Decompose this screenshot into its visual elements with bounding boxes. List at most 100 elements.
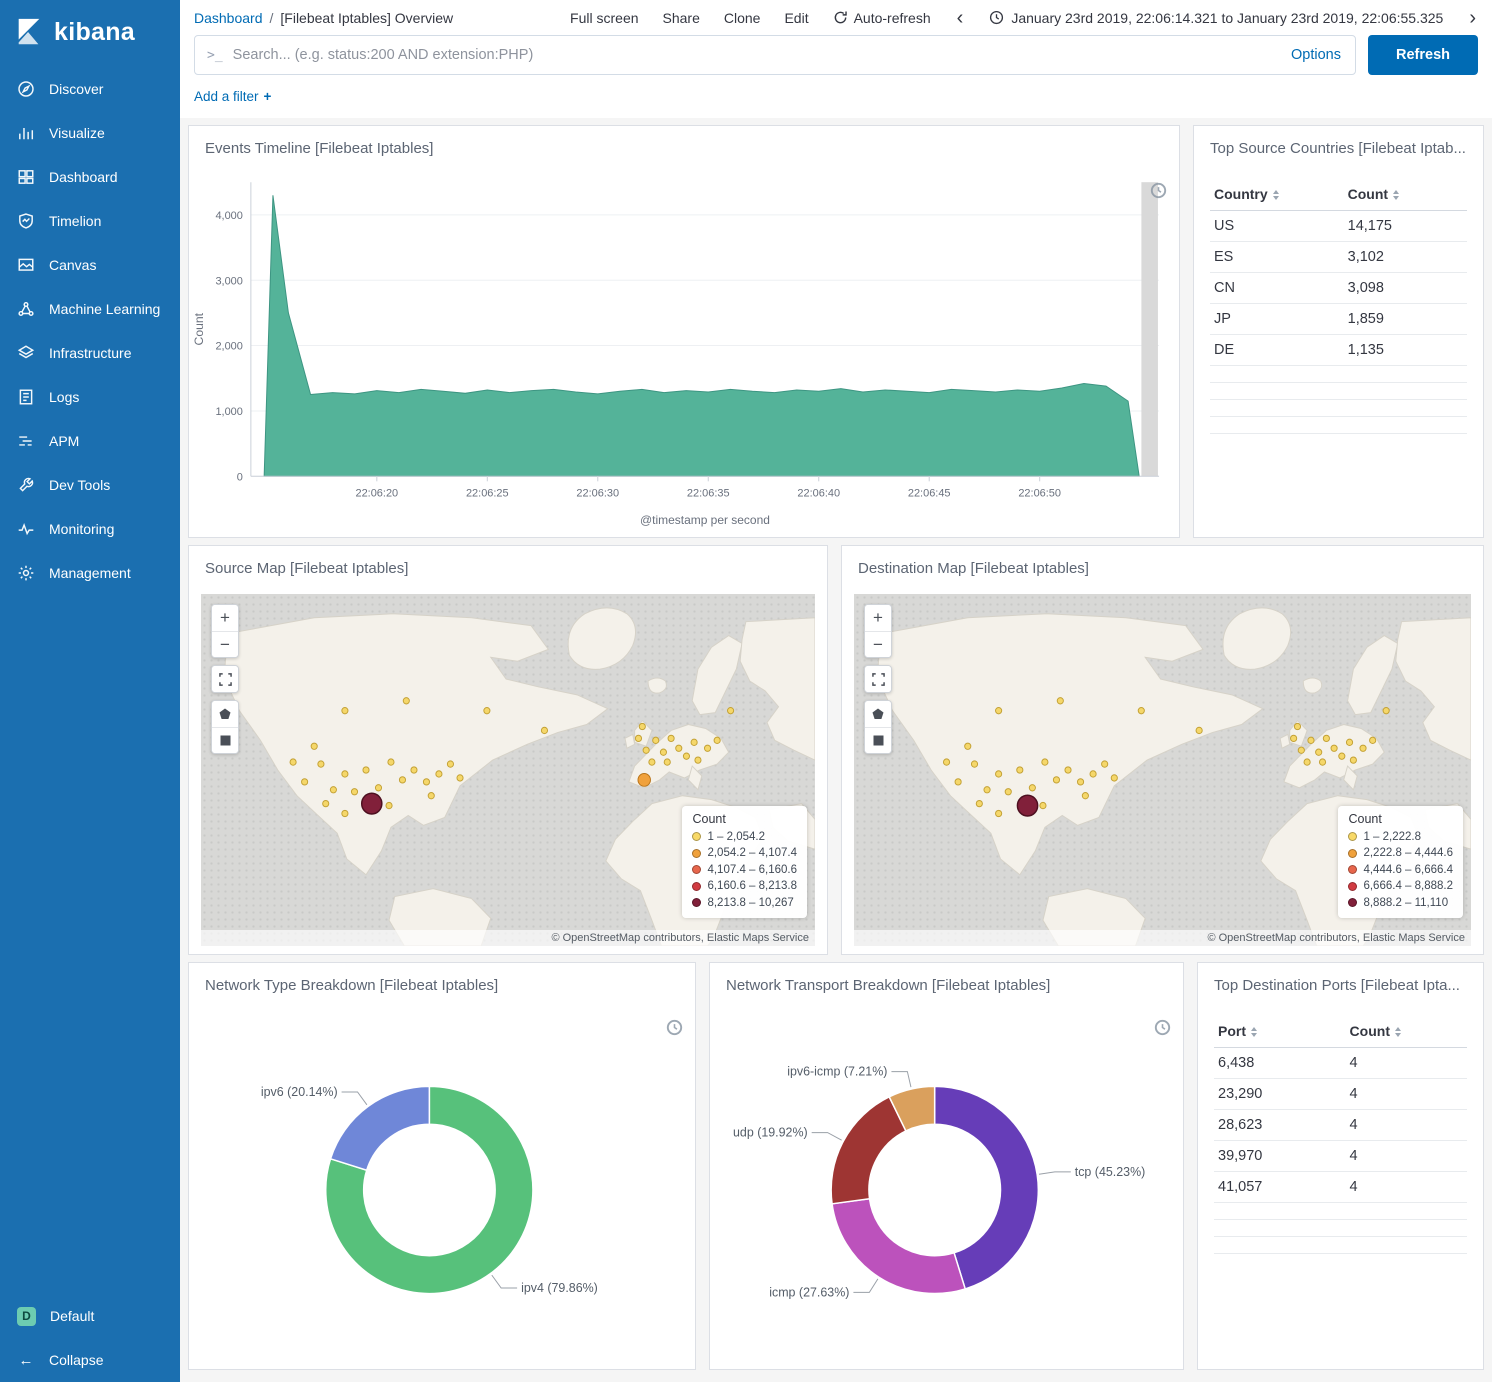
column-header[interactable]: Count [1346, 1015, 1467, 1048]
sidebar-item-logs[interactable]: Logs [0, 375, 180, 419]
visualize-icon [17, 124, 35, 142]
map-point [714, 737, 720, 743]
legend-color-dot [1348, 865, 1357, 874]
fit-bounds-button[interactable] [865, 666, 891, 692]
query-prompt-icon: >_ [195, 48, 233, 63]
map-point [1360, 745, 1366, 751]
time-forward-button[interactable]: › [1467, 8, 1478, 28]
polygon-icon [872, 708, 884, 720]
share-button[interactable]: Share [663, 10, 700, 26]
zoom-in-button[interactable]: + [865, 605, 891, 631]
map-point [683, 753, 689, 759]
column-header[interactable]: Count [1344, 178, 1467, 211]
map-point [984, 787, 990, 793]
map-point [691, 739, 697, 745]
label-leader-line [1039, 1172, 1071, 1174]
map-point [676, 745, 682, 751]
svg-text:22:06:25: 22:06:25 [466, 487, 509, 499]
time-range-picker[interactable]: January 23rd 2019, 22:06:14.321 to Janua… [989, 10, 1443, 26]
sidebar-item-visualize[interactable]: Visualize [0, 111, 180, 155]
full-screen-button[interactable]: Full screen [570, 10, 638, 26]
source-map[interactable]: +−Count1 – 2,054.22,054.2 – 4,107.44,107… [201, 594, 815, 946]
donut-segment-icmp[interactable] [832, 1199, 965, 1294]
donut-segment-ipv6[interactable] [331, 1086, 430, 1170]
map-point [399, 777, 405, 783]
management-icon [17, 564, 35, 582]
panel-clock-icon[interactable] [1154, 1019, 1171, 1036]
map-point [1331, 745, 1337, 751]
column-header[interactable]: Port [1214, 1015, 1346, 1048]
map-point [388, 759, 394, 765]
map-point [1082, 793, 1088, 799]
sidebar-item-dev-tools[interactable]: Dev Tools [0, 463, 180, 507]
sidebar-item-canvas[interactable]: Canvas [0, 243, 180, 287]
edit-button[interactable]: Edit [784, 10, 808, 26]
sidebar-item-management[interactable]: Management [0, 551, 180, 595]
clone-button[interactable]: Clone [724, 10, 761, 26]
zoom-in-button[interactable]: + [212, 605, 238, 631]
collapse-button[interactable]: ← Collapse [0, 1338, 180, 1382]
column-header[interactable]: Country [1210, 178, 1344, 211]
map-point [484, 708, 490, 714]
space-switcher[interactable]: D Default [0, 1294, 180, 1338]
sidebar-item-label: Visualize [49, 125, 105, 141]
kibana-home-link[interactable]: kibana [0, 0, 180, 67]
map-attribution: © OpenStreetMap contributors, Elastic Ma… [201, 930, 815, 946]
sidebar-item-monitoring[interactable]: Monitoring [0, 507, 180, 551]
top-actions: Full screen Share Clone Edit Auto-refres… [570, 8, 1478, 28]
time-back-button[interactable]: ‹ [955, 8, 966, 28]
map-attribution: © OpenStreetMap contributors, Elastic Ma… [854, 930, 1471, 946]
sidebar-item-dashboard[interactable]: Dashboard [0, 155, 180, 199]
draw-polygon-button[interactable] [212, 701, 238, 727]
rectangle-icon [220, 735, 231, 746]
table-row: US14,175 [1210, 211, 1467, 242]
apm-icon [17, 432, 35, 450]
table-row-empty [1214, 1203, 1467, 1220]
network-transport-donut: tcp (45.23%)icmp (27.63%)udp (19.92%)ipv… [710, 1003, 1183, 1361]
donut-segment-udp[interactable] [831, 1097, 906, 1204]
zoom-out-button[interactable]: − [212, 631, 238, 657]
map-point [1029, 785, 1035, 791]
sidebar-item-infrastructure[interactable]: Infrastructure [0, 331, 180, 375]
map-point [457, 775, 463, 781]
map-point [955, 779, 961, 785]
draw-rectangle-button[interactable] [212, 727, 238, 753]
fit-bounds-button[interactable] [212, 666, 238, 692]
sidebar-item-timelion[interactable]: Timelion [0, 199, 180, 243]
events-timeline-chart[interactable]: 01,0002,0003,0004,00022:06:2022:06:2522:… [189, 168, 1179, 531]
map-point [1065, 767, 1071, 773]
map-point-large [362, 793, 382, 814]
map-point [695, 757, 701, 763]
add-filter-button[interactable]: Add a filter + [194, 89, 271, 104]
map-controls: +− [864, 604, 892, 754]
landmass [1396, 618, 1471, 760]
sidebar-item-machine-learning[interactable]: Machine Learning [0, 287, 180, 331]
map-point [342, 771, 348, 777]
refresh-button[interactable]: Refresh [1368, 35, 1478, 75]
add-filter-label: Add a filter [194, 89, 259, 104]
breadcrumb-dashboard-link[interactable]: Dashboard [194, 10, 263, 26]
panel-clock-icon[interactable] [1150, 182, 1167, 199]
destination-map[interactable]: +−Count1 – 2,222.82,222.8 – 4,444.64,444… [854, 594, 1471, 946]
legend-item: 6,666.4 – 8,888.2 [1348, 878, 1453, 895]
zoom-out-button[interactable]: − [865, 631, 891, 657]
legend-title: Count [1348, 812, 1453, 826]
draw-rectangle-button[interactable] [865, 727, 891, 753]
svg-text:22:06:40: 22:06:40 [797, 487, 840, 499]
sidebar-item-discover[interactable]: Discover [0, 67, 180, 111]
filter-bar: Add a filter + [180, 75, 1492, 115]
search-input[interactable] [233, 47, 1277, 63]
crop-icon [872, 673, 885, 686]
map-point [323, 800, 329, 806]
sidebar-item-apm[interactable]: APM [0, 419, 180, 463]
label-leader-line [891, 1072, 911, 1088]
area-series[interactable] [264, 195, 1139, 476]
slice-label: tcp (45.23%) [1075, 1165, 1146, 1179]
map-point [1196, 727, 1202, 733]
draw-polygon-button[interactable] [865, 701, 891, 727]
auto-refresh-button[interactable]: Auto-refresh [833, 10, 931, 26]
panel-title: Source Map [Filebeat Iptables] [189, 546, 827, 577]
panel-clock-icon[interactable] [666, 1019, 683, 1036]
table-row-empty [1210, 366, 1467, 383]
query-options-link[interactable]: Options [1277, 47, 1355, 63]
